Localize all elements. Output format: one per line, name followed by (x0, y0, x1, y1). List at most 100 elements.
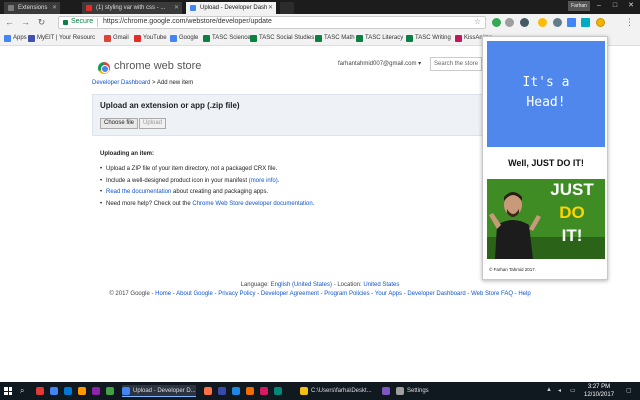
pinned-app-icon[interactable] (64, 387, 72, 395)
youtube-icon (86, 5, 92, 11)
bookmark-tasc-social[interactable]: TASC Social Studies (250, 34, 314, 43)
webstore-icon (190, 5, 196, 11)
ext-blue-icon[interactable] (567, 18, 576, 27)
pinned-app-icon[interactable] (260, 387, 268, 395)
tab-strip: Extensions ✕ (1) styling var with css - … (0, 0, 640, 14)
location-link[interactable]: United States (363, 282, 399, 288)
developer-docs-link[interactable]: Chrome Web Store developer documentation (192, 201, 312, 207)
footer-faq-link[interactable]: Web Store FAQ (471, 291, 513, 297)
new-tab-button[interactable] (280, 2, 294, 14)
upload-panel: Upload an extension or app (.zip file) C… (92, 94, 492, 136)
footer-about-link[interactable]: About Google (176, 291, 213, 297)
bookmark-favicon-icon (250, 35, 257, 42)
pinned-app-icon[interactable] (274, 387, 282, 395)
network-icon[interactable]: ▲ (546, 387, 553, 394)
ext-gray-icon[interactable] (505, 18, 514, 27)
bookmark-label: TASC Literacy (365, 35, 404, 41)
pinned-app-icon[interactable] (50, 387, 58, 395)
upload-button[interactable]: Upload (139, 118, 167, 129)
popup-credit: © Farhan Tahmid 2017. (489, 267, 537, 272)
bookmark-apps[interactable]: Apps (4, 34, 27, 43)
pinned-app-icon[interactable] (92, 387, 100, 395)
footer-home-link[interactable]: Home (155, 291, 171, 297)
language-link[interactable]: English (United States) (271, 282, 332, 288)
tab-label: (1) styling var with css - ... (96, 5, 166, 11)
ext-green-icon[interactable] (492, 18, 501, 27)
taskbar-settings[interactable]: Settings (396, 385, 444, 397)
bookmark-favicon-icon (315, 35, 322, 42)
taskbar-chrome-upload[interactable]: Upload - Developer D... (122, 385, 196, 397)
bookmark-gmail[interactable]: Gmail (104, 34, 129, 43)
store-search-input[interactable]: Search the store (430, 57, 482, 71)
bookmark-myeit[interactable]: MyEIT | Your Resourc (28, 34, 95, 43)
bookmark-label: TASC Math (324, 35, 355, 41)
ext-yellow-head-icon[interactable] (596, 18, 605, 27)
bookmark-tasc-science[interactable]: TASC Science (203, 34, 251, 43)
bookmark-star-icon[interactable]: ☆ (474, 17, 481, 26)
windows-taskbar: ⌕ Upload - Developer D... C:\Users\farha… (0, 382, 640, 400)
volume-icon[interactable]: ◂ (558, 387, 565, 394)
back-button[interactable]: ← (4, 17, 15, 28)
system-clock[interactable]: 3:27 PM 12/10/2017 (584, 383, 614, 399)
tab-upload-developer[interactable]: Upload - Developer Dash ✕ (186, 2, 276, 14)
ext-globe-icon[interactable] (553, 18, 562, 27)
ext-teal-icon[interactable] (581, 18, 590, 27)
breadcrumb-dashboard-link[interactable]: Developer Dashboard (92, 80, 150, 86)
more-info-link[interactable]: (more info) (249, 178, 278, 184)
puzzle-icon (8, 5, 14, 11)
howto-text: Upload a ZIP file of your item directory… (106, 166, 278, 172)
google-icon (170, 35, 177, 42)
windows-start-icon[interactable] (4, 387, 12, 395)
url-text[interactable]: https://chrome.google.com/webstore/devel… (103, 18, 272, 25)
pinned-app-icon[interactable] (232, 387, 240, 395)
pinned-app-icon[interactable] (204, 387, 212, 395)
pinned-app-icon[interactable] (78, 387, 86, 395)
forward-button[interactable]: → (20, 17, 31, 28)
taskbar-file-explorer[interactable]: C:\Users\farha\Deskt... (300, 385, 378, 397)
battery-icon[interactable]: ▭ (570, 387, 577, 394)
notifications-icon[interactable]: ▢ (626, 387, 633, 394)
visual-studio-icon[interactable] (382, 387, 390, 395)
pinned-app-icon[interactable] (218, 387, 226, 395)
bookmark-favicon-icon (455, 35, 462, 42)
close-window-button[interactable]: ✕ (622, 0, 640, 11)
reload-button[interactable]: ↻ (36, 17, 47, 28)
account-menu[interactable]: farhantahmid007@gmail.com ▾ (338, 60, 421, 67)
footer-privacy-link[interactable]: Privacy Policy (218, 291, 255, 297)
search-icon[interactable]: ⌕ (20, 386, 24, 396)
close-tab-icon[interactable]: ✕ (52, 2, 57, 14)
gmail-icon (104, 35, 111, 42)
footer-help-link[interactable]: Help (518, 291, 530, 297)
footer-program-policies-link[interactable]: Program Policies (324, 291, 369, 297)
head-banner: It's a Head! (487, 41, 605, 147)
browser-toolbar: ← → ↻ Secure https://chrome.google.com/w… (0, 14, 640, 31)
bookmark-tasc-math[interactable]: TASC Math (315, 34, 355, 43)
pinned-app-icon[interactable] (36, 387, 44, 395)
bookmark-tasc-writing[interactable]: TASC Writing (406, 34, 451, 43)
chrome-webstore-logo-icon[interactable] (98, 62, 110, 74)
pinned-app-icon[interactable] (106, 387, 114, 395)
image-word-it: IT! (561, 226, 583, 245)
address-bar[interactable]: Secure https://chrome.google.com/webstor… (58, 16, 486, 29)
close-tab-icon[interactable]: ✕ (268, 2, 273, 14)
tab-label: Extensions (18, 5, 48, 11)
bookmark-tasc-literacy[interactable]: TASC Literacy (356, 34, 403, 43)
pinned-app-icon[interactable] (246, 387, 254, 395)
bookmark-youtube[interactable]: YouTube (134, 34, 167, 43)
ext-chrome-icon[interactable] (538, 18, 547, 27)
popup-title: Well, JUST DO IT! (508, 158, 584, 168)
choose-file-button[interactable]: Choose file (100, 118, 139, 129)
profile-badge[interactable]: Farhan (568, 1, 590, 11)
bookmark-google[interactable]: Google (170, 34, 198, 43)
read-docs-link[interactable]: Read the documentation (106, 189, 171, 195)
close-tab-icon[interactable]: ✕ (174, 2, 179, 14)
chrome-menu-icon[interactable]: ⋮ (624, 17, 635, 28)
tab-extensions[interactable]: Extensions ✕ (4, 2, 60, 14)
footer-dev-dashboard-link[interactable]: Developer Dashboard (407, 291, 465, 297)
store-title[interactable]: chrome web store (114, 60, 201, 72)
folder-icon (300, 387, 308, 395)
footer-dev-agreement-link[interactable]: Developer Agreement (261, 291, 319, 297)
footer-your-apps-link[interactable]: Your Apps (375, 291, 402, 297)
tab-styling-var[interactable]: (1) styling var with css - ... ✕ (82, 2, 182, 14)
ext-dark-icon[interactable] (520, 18, 529, 27)
